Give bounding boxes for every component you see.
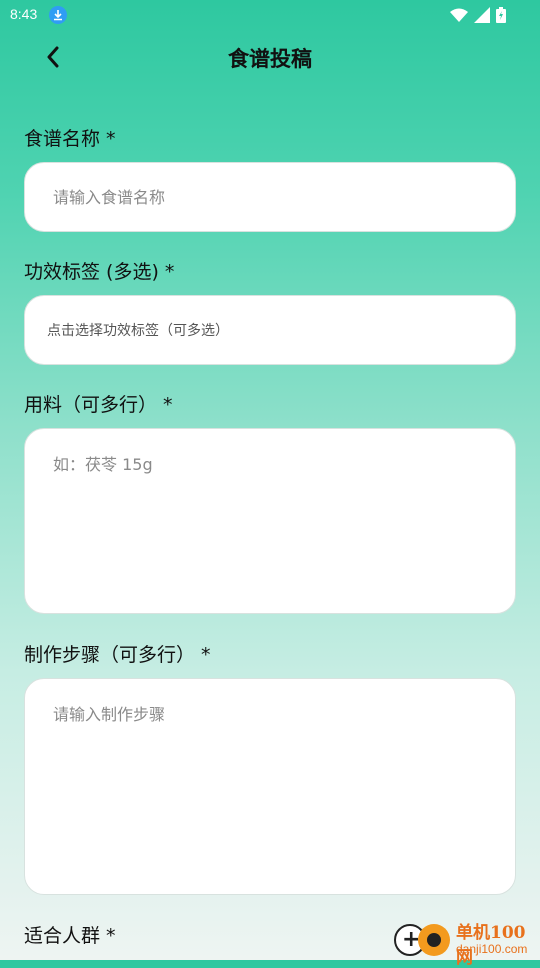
status-icons	[450, 7, 506, 23]
status-time: 8:43	[10, 6, 38, 22]
ingredients-label: 用料（可多行） *	[24, 394, 173, 416]
recipe-name-label: 食谱名称 *	[24, 128, 116, 150]
steps-textarea[interactable]	[25, 679, 515, 894]
signal-icon	[474, 7, 490, 23]
page-title: 食谱投稿	[228, 47, 312, 71]
ingredients-textarea[interactable]	[25, 429, 515, 613]
status-bar: 8:43	[0, 0, 540, 30]
steps-field	[24, 678, 516, 895]
tags-label: 功效标签 (多选) *	[24, 261, 175, 283]
steps-label: 制作步骤（可多行） *	[24, 644, 211, 666]
tags-select[interactable]: 点击选择功效标签（可多选）	[24, 295, 516, 365]
wifi-icon	[450, 8, 468, 22]
download-icon	[49, 6, 67, 24]
watermark-domain: danji100.com	[456, 942, 528, 956]
audience-label: 适合人群 *	[24, 925, 116, 947]
watermark-eye-icon	[418, 924, 450, 956]
tags-select-placeholder: 点击选择功效标签（可多选）	[47, 323, 229, 339]
watermark: + 单机100网 danji100.com	[392, 916, 540, 968]
ingredients-field	[24, 428, 516, 614]
recipe-name-field	[24, 162, 516, 232]
battery-icon	[496, 7, 506, 23]
header: 食谱投稿	[0, 30, 540, 86]
recipe-name-input[interactable]	[25, 163, 515, 231]
